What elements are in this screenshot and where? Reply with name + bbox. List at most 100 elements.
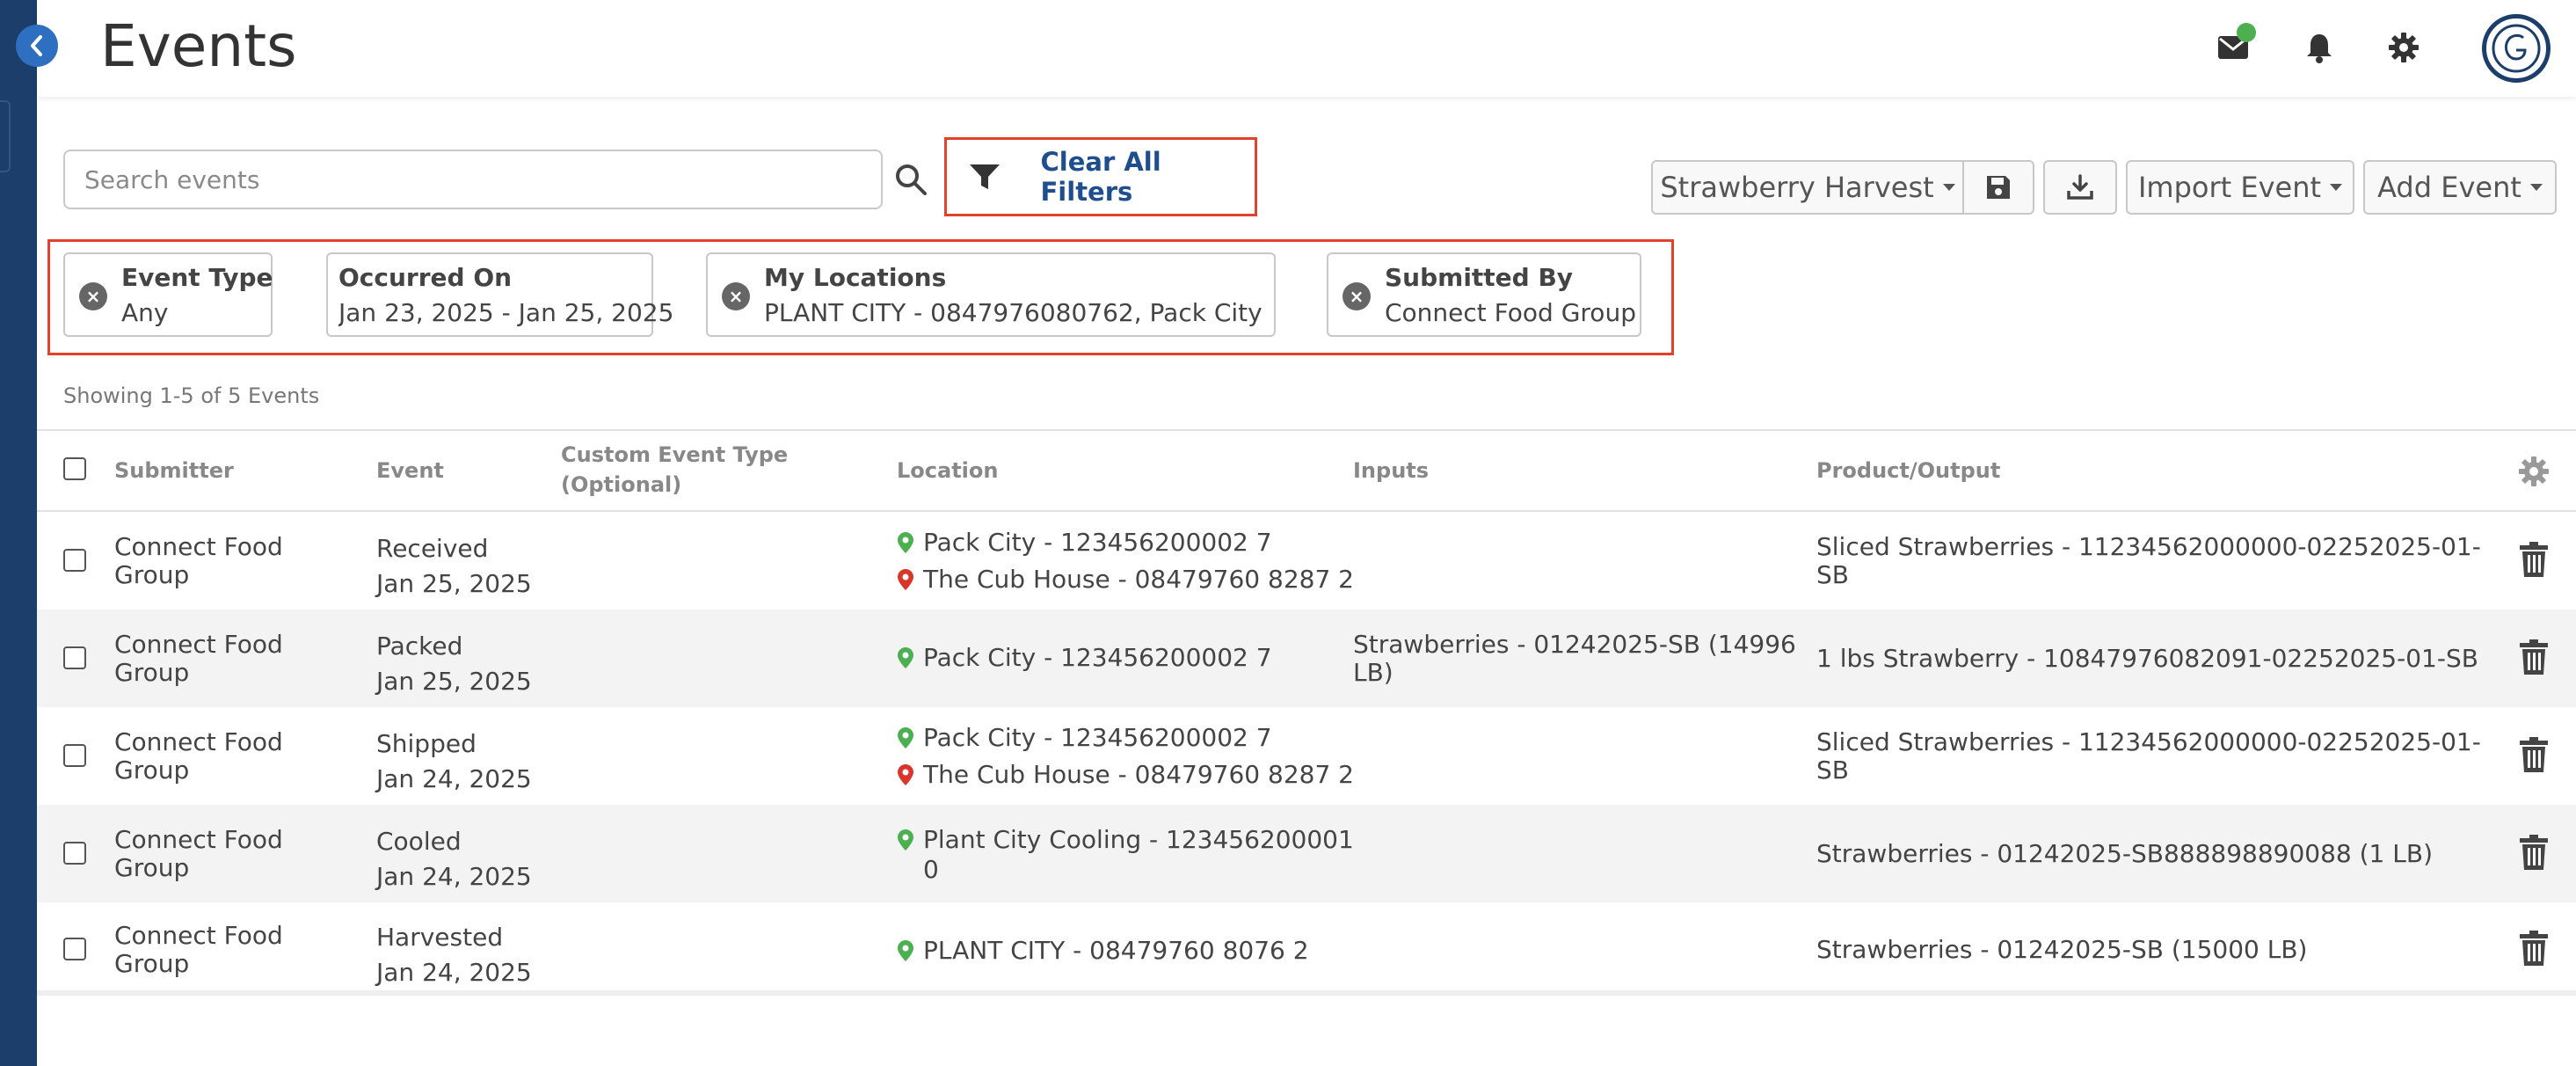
submitter-name-cont: Group (114, 949, 190, 978)
event-cell: Received Jan 25, 2025 (376, 531, 532, 602)
caret-down-icon (2330, 184, 2343, 191)
clear-all-filters-button[interactable]: Clear All Filters (944, 137, 1257, 216)
column-event[interactable]: Event (376, 456, 444, 486)
trash-icon (2520, 835, 2548, 870)
submitter-name: Connect Food (114, 825, 283, 854)
product-output[interactable]: Strawberries - 01242025-SB (15000 LB) (1816, 936, 2307, 964)
remove-filter-icon[interactable]: × (722, 282, 750, 310)
delete-button[interactable] (2516, 636, 2551, 678)
filter-chip-value: PLANT CITY - 0847976080762, Pack City - … (764, 298, 1262, 327)
location-origin[interactable]: Pack City - 123456200002 7 (923, 644, 1272, 672)
select-all-checkbox[interactable] (63, 457, 86, 480)
delete-button[interactable] (2516, 831, 2551, 873)
download-icon (2067, 174, 2093, 200)
location-pin-red-icon (898, 569, 913, 590)
column-custom-event-type-sublabel: (Optional) (561, 472, 682, 497)
settings-button[interactable] (2384, 28, 2423, 67)
table-row[interactable]: Connect Food Group Harvested Jan 24, 202… (37, 902, 2576, 996)
save-view-button[interactable] (1962, 160, 2034, 215)
column-settings-button[interactable] (2518, 456, 2550, 491)
input-item-cont: LB) (1353, 658, 1394, 687)
submitter-cell: Connect Food Group (114, 728, 283, 785)
delete-button[interactable] (2516, 927, 2551, 969)
filter-chip-my-locations[interactable]: × My Locations PLANT CITY - 084797608076… (706, 252, 1276, 337)
row-checkbox[interactable] (63, 938, 86, 960)
search-button[interactable] (890, 158, 932, 201)
company-logo-icon (2492, 24, 2541, 73)
product-output[interactable]: Sliced Strawberries - 11234562000000-022… (1816, 533, 2481, 561)
filter-chip-submitted-by[interactable]: × Submitted By Connect Food Group (1327, 252, 1641, 337)
table-header: Submitter Event Custom Event Type (Optio… (37, 429, 2576, 512)
product-output[interactable]: Sliced Strawberries - 11234562000000-022… (1816, 728, 2481, 756)
location-cell: Pack City - 123456200002 7 (897, 639, 1272, 676)
filter-chip-occurred-on[interactable]: Occurred On Jan 23, 2025 - Jan 25, 2025 (326, 252, 673, 337)
location-destination[interactable]: The Cub House - 08479760 8287 2 (923, 566, 1354, 594)
submitter-name-cont: Group (114, 756, 190, 785)
row-checkbox[interactable] (63, 744, 86, 767)
filter-icon (968, 162, 1006, 192)
event-cell: Shipped Jan 24, 2025 (376, 726, 532, 797)
trash-icon (2520, 542, 2548, 577)
messages-button[interactable] (2214, 23, 2256, 67)
location-pin-green-icon (898, 647, 913, 668)
delete-button[interactable] (2516, 734, 2551, 776)
input-item[interactable]: Strawberries - 01242025-SB (14996 (1353, 631, 1796, 659)
column-custom-event-type[interactable]: Custom Event Type (Optional) (561, 440, 788, 500)
submitter-cell: Connect Food Group (114, 533, 283, 589)
back-button[interactable] (16, 25, 58, 67)
results-count: Showing 1-5 of 5 Events (63, 383, 320, 408)
saved-view-dropdown[interactable]: Strawberry Harvest (1651, 160, 1964, 215)
column-location[interactable]: Location (897, 456, 998, 486)
import-event-dropdown[interactable]: Import Event (2126, 160, 2354, 215)
table-row[interactable]: Connect Food Group Cooled Jan 24, 2025 P… (37, 805, 2576, 902)
remove-filter-icon[interactable]: × (1343, 282, 1371, 310)
column-product-output[interactable]: Product/Output (1816, 456, 2000, 486)
export-button[interactable] (2043, 160, 2117, 215)
submitter-name-cont: Group (114, 560, 190, 589)
table-row[interactable]: Connect Food Group Shipped Jan 24, 2025 … (37, 707, 2576, 805)
row-checkbox[interactable] (63, 646, 86, 669)
notifications-button[interactable] (2300, 28, 2339, 67)
submitter-cell: Connect Food Group (114, 631, 283, 687)
filter-chip-title: Event Type (121, 263, 273, 292)
filter-chip-value: Any (121, 298, 169, 327)
event-date: Jan 25, 2025 (376, 569, 532, 598)
remove-filter-icon[interactable]: × (79, 282, 107, 310)
location-origin[interactable]: Pack City - 123456200002 7 (923, 529, 1272, 557)
product-output[interactable]: Strawberries - 01242025-SB888898890088 (… (1816, 840, 2433, 868)
gear-icon (2389, 33, 2419, 62)
product-cell: Strawberries - 01242025-SB (15000 LB) (1816, 936, 2307, 964)
location-origin[interactable]: Plant City Cooling - 123456200001 (923, 826, 1354, 854)
trash-icon (2520, 737, 2548, 772)
sidebar-toggle-tab[interactable] (0, 100, 11, 172)
gear-icon (2519, 456, 2549, 486)
filter-chip-value: Connect Food Group (1385, 298, 1636, 327)
location-origin[interactable]: Pack City - 123456200002 7 (923, 724, 1272, 752)
product-cell: Sliced Strawberries - 11234562000000-022… (1816, 533, 2481, 589)
column-submitter[interactable]: Submitter (114, 456, 234, 486)
location-destination[interactable]: The Cub House - 08479760 8287 2 (923, 761, 1354, 789)
row-checkbox[interactable] (63, 549, 86, 572)
event-date: Jan 24, 2025 (376, 958, 532, 987)
product-cell: Strawberries - 01242025-SB888898890088 (… (1816, 840, 2433, 868)
column-inputs[interactable]: Inputs (1353, 456, 1429, 486)
location-origin[interactable]: PLANT CITY - 08479760 8076 2 (923, 937, 1309, 965)
events-table: Submitter Event Custom Event Type (Optio… (37, 429, 2576, 996)
trash-icon (2520, 931, 2548, 966)
bell-icon (2307, 34, 2332, 63)
product-output[interactable]: 1 lbs Strawberry - 10847976082091-022520… (1816, 645, 2478, 673)
row-checkbox[interactable] (63, 842, 86, 865)
submitter-cell: Connect Food Group (114, 826, 283, 882)
table-row[interactable]: Connect Food Group Packed Jan 25, 2025 P… (37, 610, 2576, 707)
filter-chip-event-type[interactable]: × Event Type Any (63, 252, 273, 337)
location-pin-green-icon (898, 532, 913, 553)
floppy-disk-icon (1987, 176, 2010, 199)
user-avatar[interactable] (2482, 14, 2551, 83)
add-event-dropdown[interactable]: Add Event (2363, 160, 2557, 215)
location-cell: Plant City Cooling - 123456200001 0 (897, 824, 1354, 884)
delete-button[interactable] (2516, 538, 2551, 580)
search-input[interactable] (63, 150, 883, 209)
table-row[interactable]: Connect Food Group Received Jan 25, 2025… (37, 512, 2576, 610)
submitter-name: Connect Food (114, 630, 283, 659)
filter-chip-title: Occurred On (338, 263, 513, 292)
